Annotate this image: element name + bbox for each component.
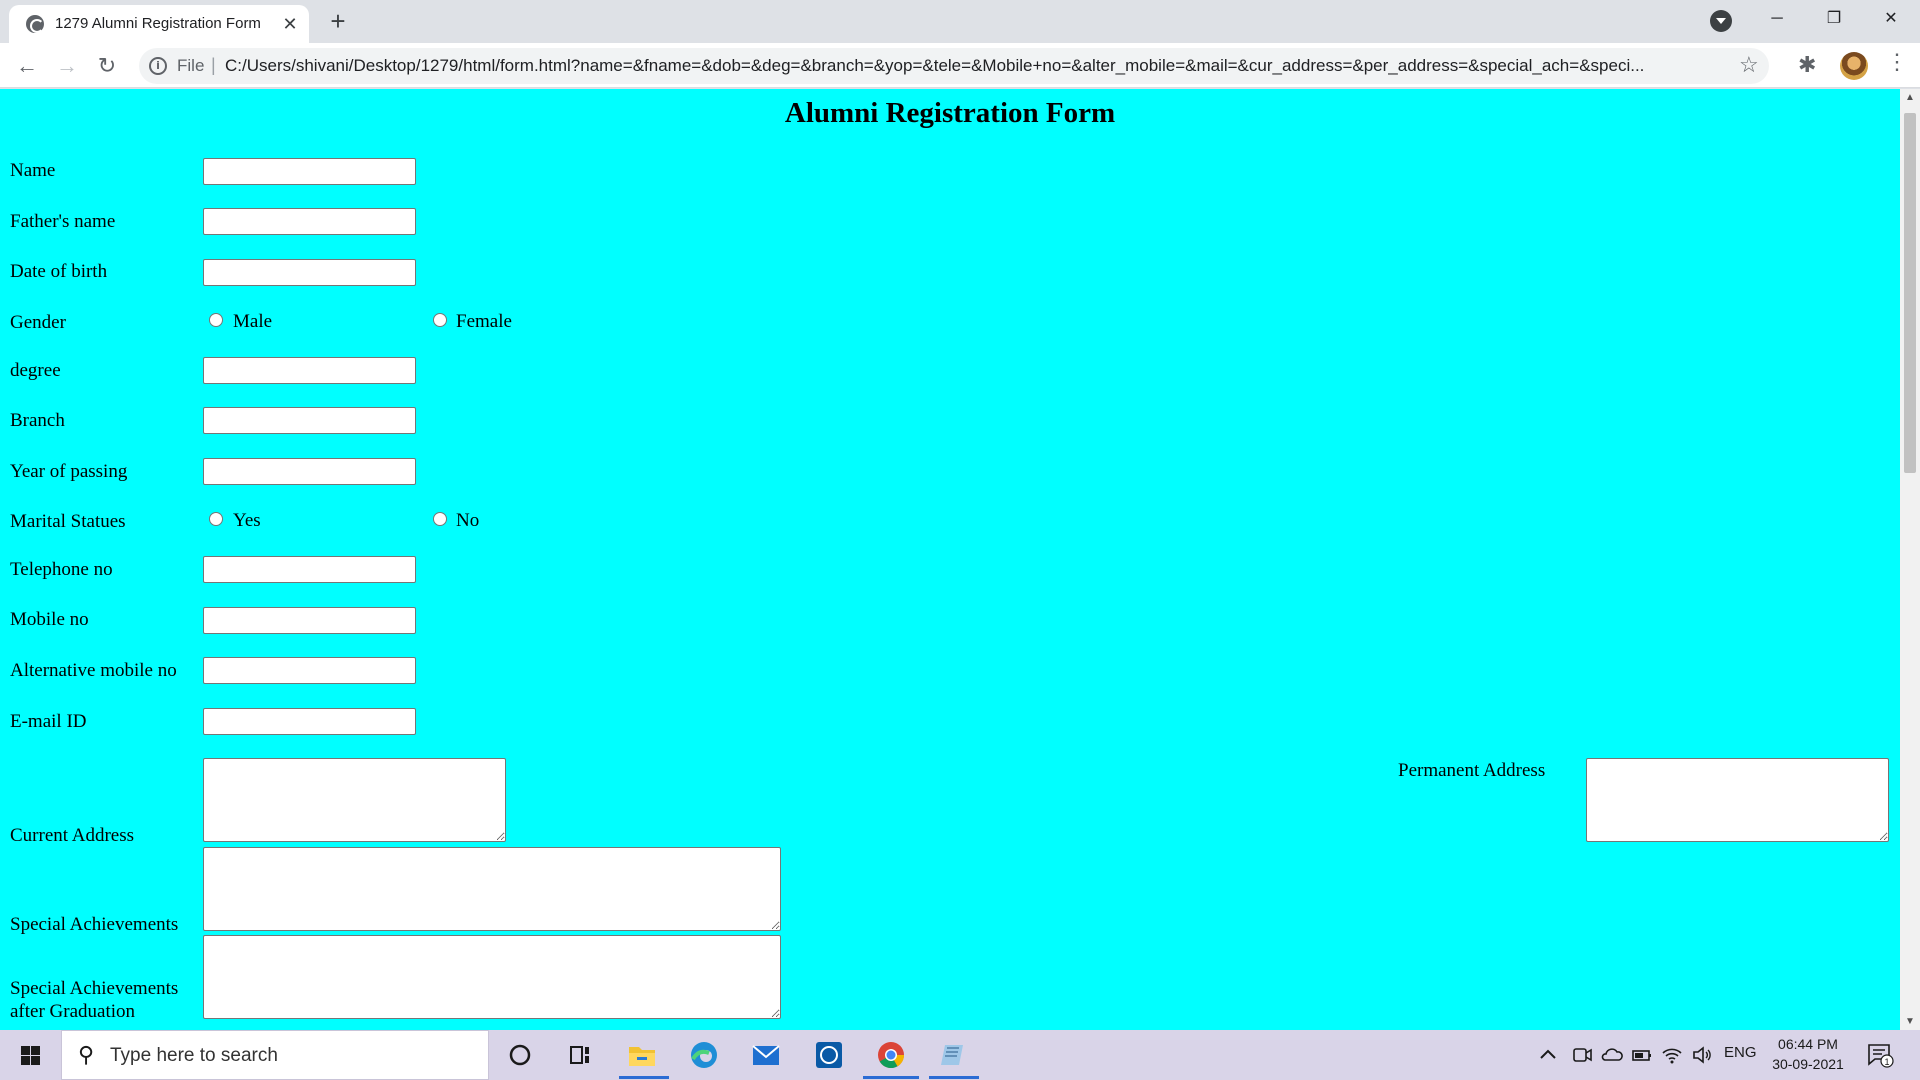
telephone-input[interactable] (203, 556, 416, 583)
email-label: E-mail ID (10, 711, 87, 732)
gender-female-label: Female (456, 311, 512, 332)
forward-button[interactable]: → (51, 50, 83, 82)
search-icon: ⚲ (78, 1043, 95, 1068)
mobile-input[interactable] (203, 607, 416, 634)
telephone-label: Telephone no (10, 559, 113, 580)
browser-menu-icon[interactable]: ⋮ (1886, 49, 1908, 75)
cortana-icon[interactable] (504, 1039, 536, 1071)
email-input[interactable] (203, 708, 416, 735)
current-address-label: Current Address (10, 825, 135, 846)
meet-now-icon[interactable] (1570, 1043, 1594, 1067)
permanent-address-textarea[interactable] (1586, 758, 1889, 842)
taskbar-clock[interactable]: 06:44 PM 30-09-2021 (1760, 1034, 1856, 1074)
taskbar-search-box[interactable]: ⚲ Type here to search (61, 1030, 489, 1080)
browser-tab[interactable]: 1279 Alumni Registration Form ✕ (9, 5, 309, 43)
marital-yes-radio[interactable] (209, 512, 223, 526)
browser-tab-strip: 1279 Alumni Registration Form ✕ + ─ ❐ ✕ (0, 0, 1920, 43)
windows-start-button[interactable] (0, 1030, 60, 1080)
page-title: Alumni Registration Form (784, 97, 1116, 129)
tab-close-icon[interactable]: ✕ (279, 13, 301, 35)
reload-button[interactable]: ↻ (91, 50, 123, 82)
volume-icon[interactable] (1690, 1043, 1714, 1067)
notepad-icon[interactable] (937, 1039, 969, 1071)
tab-title: 1279 Alumni Registration Form (55, 15, 261, 32)
fathers-name-label: Father's name (10, 211, 116, 232)
language-indicator[interactable]: ENG (1724, 1044, 1757, 1061)
wifi-icon[interactable] (1660, 1043, 1684, 1067)
year-of-passing-input[interactable] (203, 458, 416, 485)
back-button[interactable]: ← (11, 50, 43, 82)
name-input[interactable] (203, 158, 416, 185)
info-icon[interactable]: i (149, 57, 167, 75)
url-text[interactable]: C:/Users/shivani/Desktop/1279/html/form.… (225, 56, 1735, 76)
chrome-icon[interactable] (875, 1039, 907, 1071)
clock-date: 30-09-2021 (1772, 1056, 1844, 1072)
minimize-button[interactable]: ─ (1749, 0, 1805, 38)
edge-icon[interactable] (688, 1039, 720, 1071)
alt-mobile-label: Alternative mobile no (10, 660, 177, 681)
url-separator: | (211, 55, 216, 75)
marital-no-label: No (456, 510, 480, 531)
special-achievements-textarea[interactable] (203, 847, 781, 931)
tab-search-icon[interactable] (1710, 10, 1732, 32)
special-after-graduation-textarea[interactable] (203, 935, 781, 1019)
close-window-button[interactable]: ✕ (1863, 0, 1919, 38)
marital-no-radio[interactable] (433, 512, 447, 526)
special-achievements-label: Special Achievements (10, 914, 179, 935)
notification-center-icon[interactable]: 1 (1866, 1041, 1894, 1069)
file-explorer-active-indicator (619, 1076, 669, 1079)
profile-avatar[interactable] (1840, 52, 1868, 80)
year-of-passing-label: Year of passing (10, 461, 128, 482)
extensions-icon[interactable]: ✱ (1798, 52, 1816, 78)
windows-taskbar: ⚲ Type here to search ENG 06:44 PM 30-09… (0, 1030, 1920, 1080)
alt-mobile-input[interactable] (203, 657, 416, 684)
battery-icon[interactable] (1630, 1043, 1654, 1067)
dell-app-icon[interactable] (813, 1039, 845, 1071)
special-after-graduation-label-line2: after Graduation (10, 1001, 136, 1022)
current-address-textarea[interactable] (203, 758, 506, 842)
gender-male-radio[interactable] (209, 313, 223, 327)
onedrive-icon[interactable] (1600, 1043, 1624, 1067)
clock-time: 06:44 PM (1778, 1036, 1838, 1052)
chrome-active-indicator (863, 1076, 919, 1079)
marital-status-label: Marital Statues (10, 511, 126, 532)
address-bar[interactable]: i File | C:/Users/shivani/Desktop/1279/h… (139, 48, 1769, 84)
chevron-up-icon[interactable] (1536, 1043, 1560, 1067)
notepad-active-indicator (929, 1076, 979, 1079)
notification-count: 1 (1884, 1057, 1889, 1067)
fathers-name-input[interactable] (203, 208, 416, 235)
mobile-label: Mobile no (10, 609, 89, 630)
degree-label: degree (10, 360, 61, 381)
degree-input[interactable] (203, 357, 416, 384)
globe-icon (26, 15, 44, 33)
page-scrollbar[interactable]: ▲ ▼ (1900, 89, 1920, 1030)
bookmark-star-icon[interactable]: ☆ (1739, 52, 1759, 78)
name-label: Name (10, 160, 56, 181)
file-explorer-icon[interactable] (626, 1039, 658, 1071)
scroll-thumb[interactable] (1904, 113, 1916, 473)
gender-female-radio[interactable] (433, 313, 447, 327)
permanent-address-label: Permanent Address (1398, 760, 1546, 781)
restore-button[interactable]: ❐ (1806, 0, 1862, 38)
new-tab-button[interactable]: + (323, 6, 353, 36)
page-viewport: Alumni Registration Form Name Father's n… (0, 89, 1900, 1030)
mail-icon[interactable] (750, 1039, 782, 1071)
scroll-up-arrow[interactable]: ▲ (1900, 89, 1920, 106)
task-view-icon[interactable] (564, 1039, 596, 1071)
gender-label: Gender (10, 312, 66, 333)
taskbar-search-placeholder: Type here to search (110, 1045, 278, 1066)
marital-yes-label: Yes (233, 510, 261, 531)
special-after-graduation-label-line1: Special Achievements (10, 978, 179, 999)
dob-input[interactable] (203, 259, 416, 286)
gender-male-label: Male (233, 311, 273, 332)
dob-label: Date of birth (10, 261, 108, 282)
browser-toolbar: ← → ↻ i File | C:/Users/shivani/Desktop/… (0, 43, 1920, 88)
url-scheme-label: File (177, 56, 205, 75)
branch-input[interactable] (203, 407, 416, 434)
branch-label: Branch (10, 410, 65, 431)
scroll-down-arrow[interactable]: ▼ (1900, 1013, 1920, 1030)
